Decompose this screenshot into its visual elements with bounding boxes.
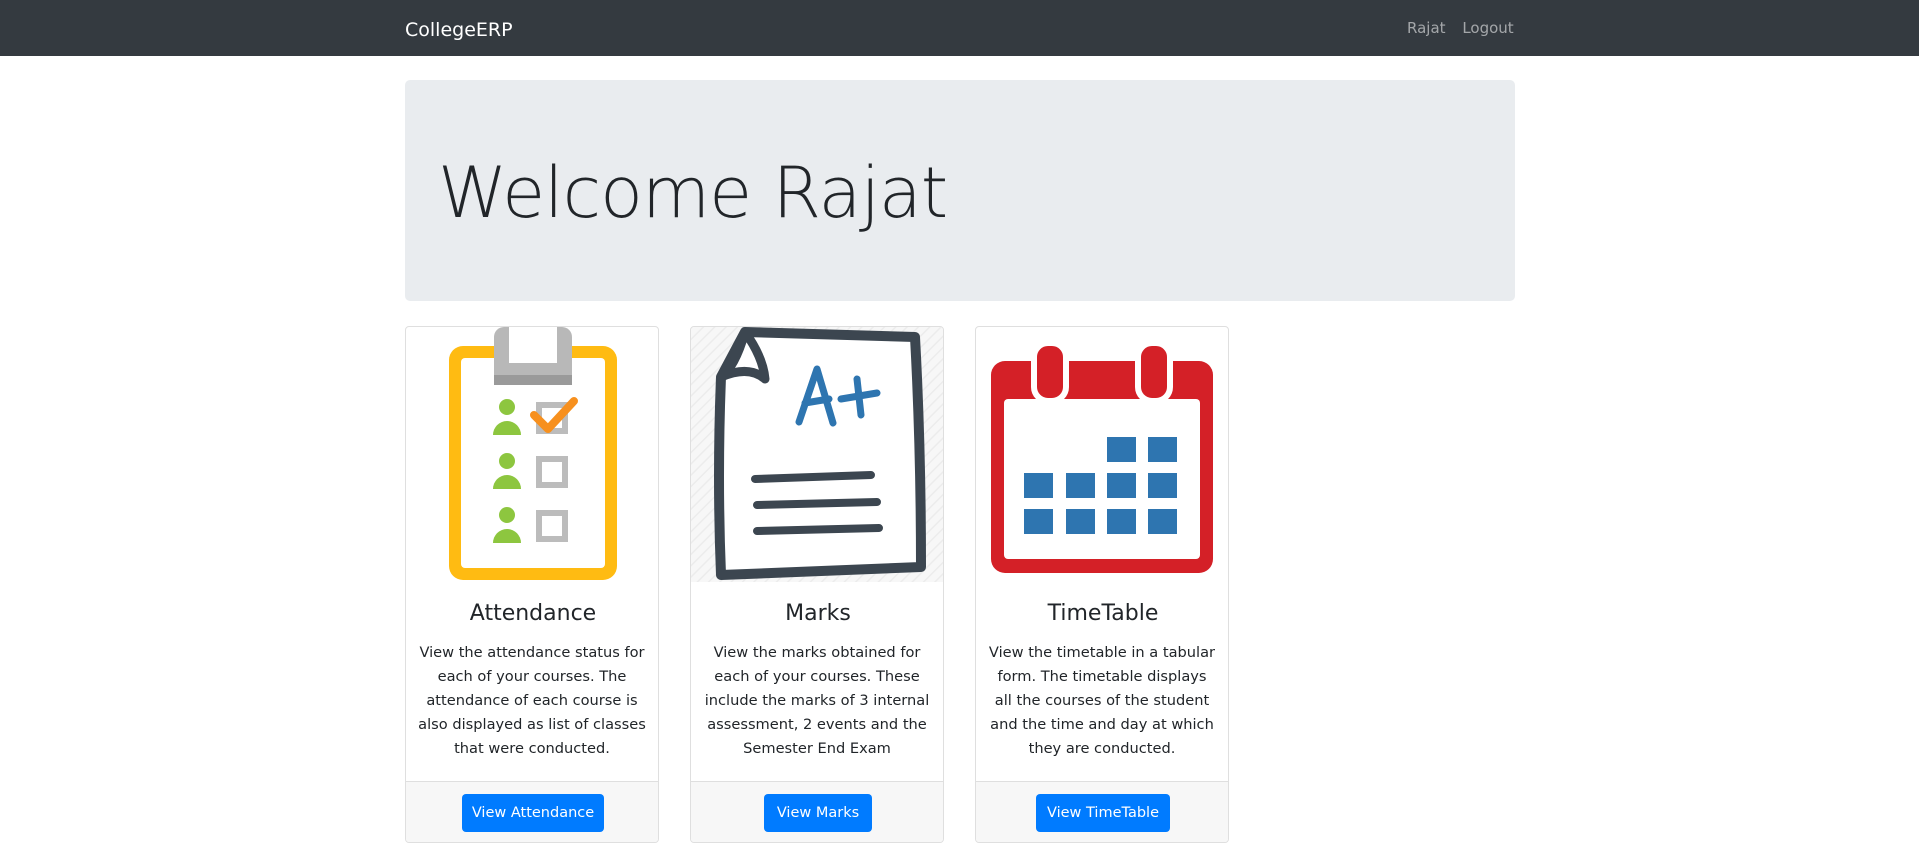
calendar-icon xyxy=(991,340,1213,573)
attendance-clipboard-icon xyxy=(449,327,617,580)
marks-paper-icon xyxy=(691,327,943,582)
view-attendance-button[interactable]: View Attendance xyxy=(462,794,604,832)
card-footer: View Attendance xyxy=(406,781,658,842)
view-marks-button[interactable]: View Marks xyxy=(764,794,872,832)
navbar: CollegeERP Rajat Logout xyxy=(0,0,1919,56)
card-text: View the marks obtained for each of your… xyxy=(704,644,930,757)
attendance-card: Attendance View the attendance status fo… xyxy=(405,326,659,843)
logout-link[interactable]: Logout xyxy=(1462,19,1513,37)
view-timetable-button[interactable]: View TimeTable xyxy=(1036,794,1170,832)
nav-links: Rajat Logout xyxy=(1407,0,1526,57)
card-footer: View TimeTable xyxy=(976,781,1228,842)
marks-card: Marks View the marks obtained for each o… xyxy=(690,326,944,843)
card-title: TimeTable xyxy=(1047,601,1159,626)
card-title: Attendance xyxy=(469,601,597,626)
user-link[interactable]: Rajat xyxy=(1407,19,1446,37)
timetable-card: TimeTable View the timetable in a tabula… xyxy=(975,326,1229,843)
welcome-jumbotron: Welcome Rajat xyxy=(405,80,1515,301)
card-footer: View Marks xyxy=(691,781,943,842)
card-text: View the attendance status for each of y… xyxy=(418,644,646,757)
card-text: View the timetable in a tabular form. Th… xyxy=(988,644,1216,757)
brand-link[interactable]: CollegeERP xyxy=(405,0,513,60)
card-title: Marks xyxy=(785,601,851,626)
welcome-title: Welcome Rajat xyxy=(438,152,948,234)
